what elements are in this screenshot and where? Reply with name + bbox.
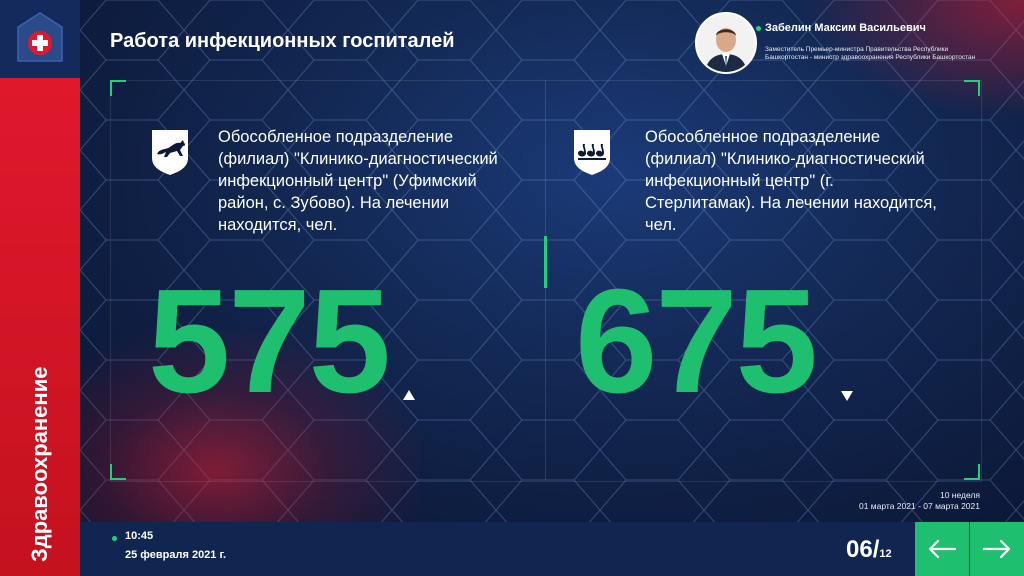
sidebar: Здравоохранение [0, 78, 80, 576]
current-time: 10:45 [125, 530, 154, 542]
corner-bottom-right [964, 464, 980, 480]
sidebar-title: Здравоохранение [27, 366, 52, 562]
person-name: Забелин Максим Васильевич [765, 22, 926, 34]
corner-top-left [110, 80, 126, 96]
arrow-left-icon [928, 539, 957, 559]
medical-cross-icon [17, 12, 63, 62]
health-logo[interactable] [0, 0, 80, 78]
week-number: 10 неделя [939, 490, 980, 500]
arrow-right-icon [982, 539, 1011, 559]
corner-bottom-left [110, 464, 126, 480]
hospital-description: Обособленное подразделение (филиал) "Кли… [218, 128, 498, 234]
swans-emblem-icon [572, 128, 612, 176]
trend-up-icon [403, 390, 415, 400]
page-indicator: 06/12 [846, 536, 892, 564]
avatar [695, 12, 757, 74]
divider-accent [544, 236, 547, 288]
person-role: Заместитель Премьер-министра Правительст… [765, 46, 976, 61]
marten-emblem-icon [150, 128, 190, 176]
patients-count: 675 [575, 259, 818, 424]
hospital-description: Обособленное подразделение (филиал) "Кли… [645, 128, 937, 234]
next-page-button[interactable] [970, 522, 1024, 576]
page-title: Работа инфекционных госпиталей [110, 30, 455, 52]
week-range: 01 марта 2021 - 07 марта 2021 [858, 501, 980, 511]
previous-page-button[interactable] [915, 522, 969, 576]
corner-top-right [964, 80, 980, 96]
week-period: 10 неделя 01 марта 2021 - 07 марта 2021 [859, 490, 980, 512]
current-date: 25 февраля 2021 г. [125, 549, 227, 561]
time-dot [112, 536, 117, 541]
person-portrait-icon [697, 14, 755, 72]
footer: 10:45 25 февраля 2021 г. 06/12 [80, 522, 1024, 576]
hospitals-panel: Обособленное подразделение (филиал) "Кли… [110, 80, 982, 482]
page-current: 06/ [846, 536, 880, 563]
patients-count: 575 [148, 259, 391, 424]
trend-down-icon [841, 391, 853, 401]
page-total: 12 [879, 548, 892, 560]
person-dot [756, 26, 761, 31]
